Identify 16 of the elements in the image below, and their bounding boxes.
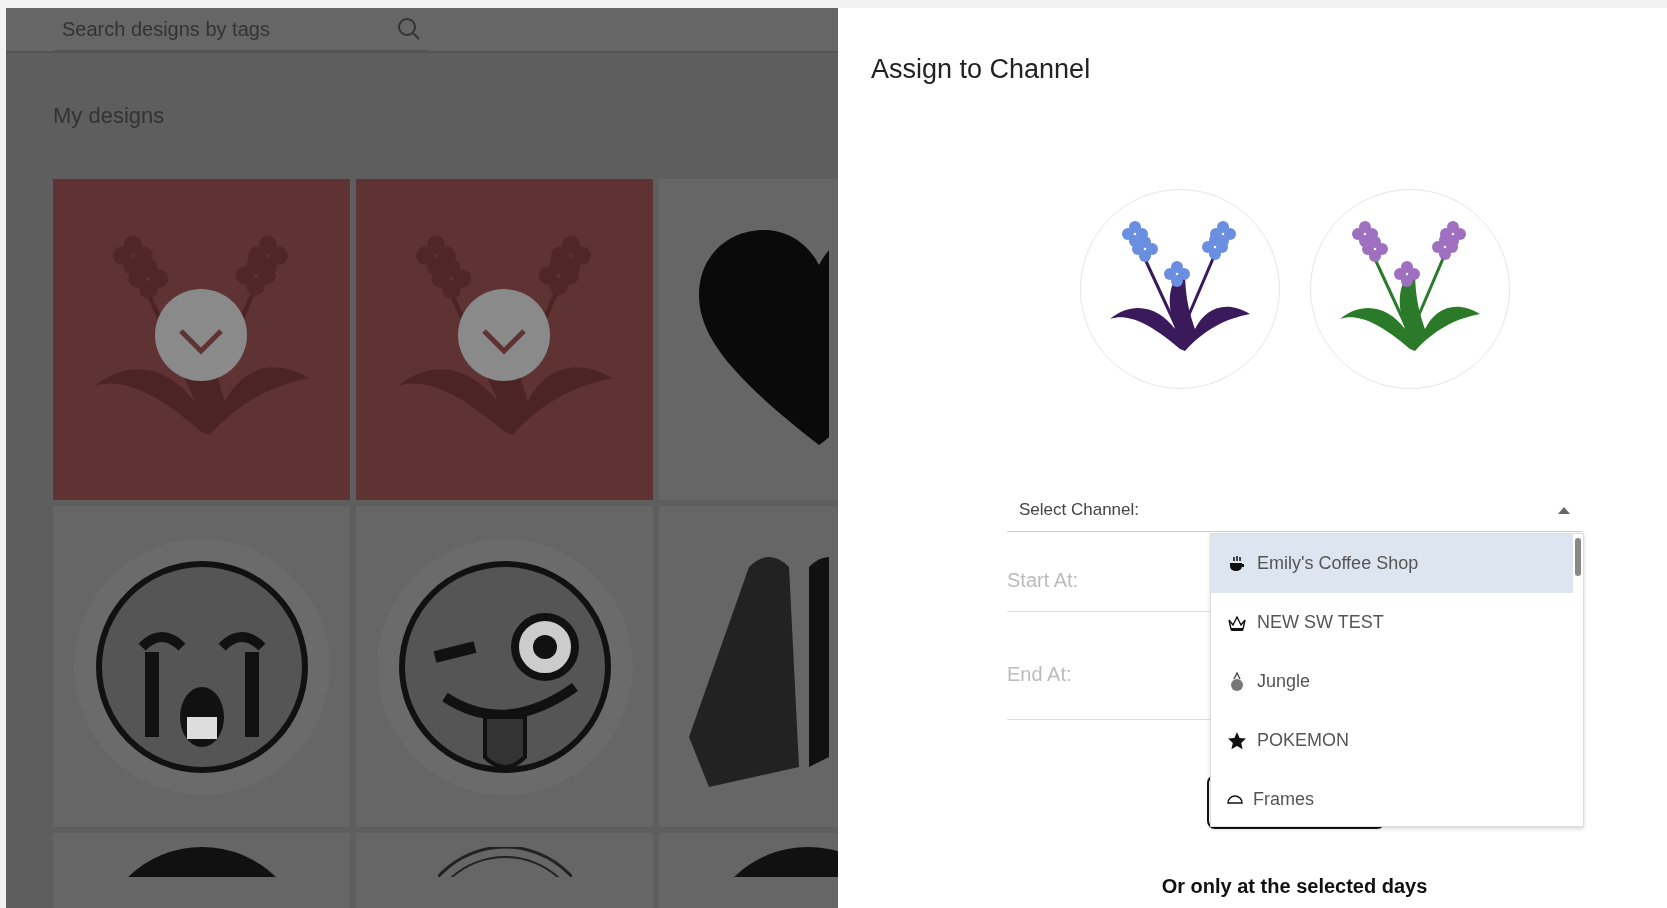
star-icon xyxy=(1227,730,1247,751)
dome-icon xyxy=(1227,795,1243,804)
design-tile[interactable] xyxy=(356,506,653,827)
cup-icon xyxy=(1227,553,1247,574)
caret-icon xyxy=(1558,506,1570,514)
check-icon xyxy=(458,289,550,381)
panel-title: Assign to Channel xyxy=(871,54,1092,85)
channel-option[interactable]: Emily's Coffee Shop xyxy=(1211,534,1573,593)
search-icon[interactable] xyxy=(396,16,422,42)
channel-option[interactable]: Frames xyxy=(1211,770,1573,826)
design-tile[interactable] xyxy=(356,179,653,500)
check-icon xyxy=(155,289,247,381)
days-heading: Or only at the selected days xyxy=(1160,875,1429,898)
design-tile[interactable] xyxy=(53,506,350,827)
design-tile[interactable] xyxy=(53,179,350,500)
scrollbar-thumb[interactable] xyxy=(1575,538,1581,576)
